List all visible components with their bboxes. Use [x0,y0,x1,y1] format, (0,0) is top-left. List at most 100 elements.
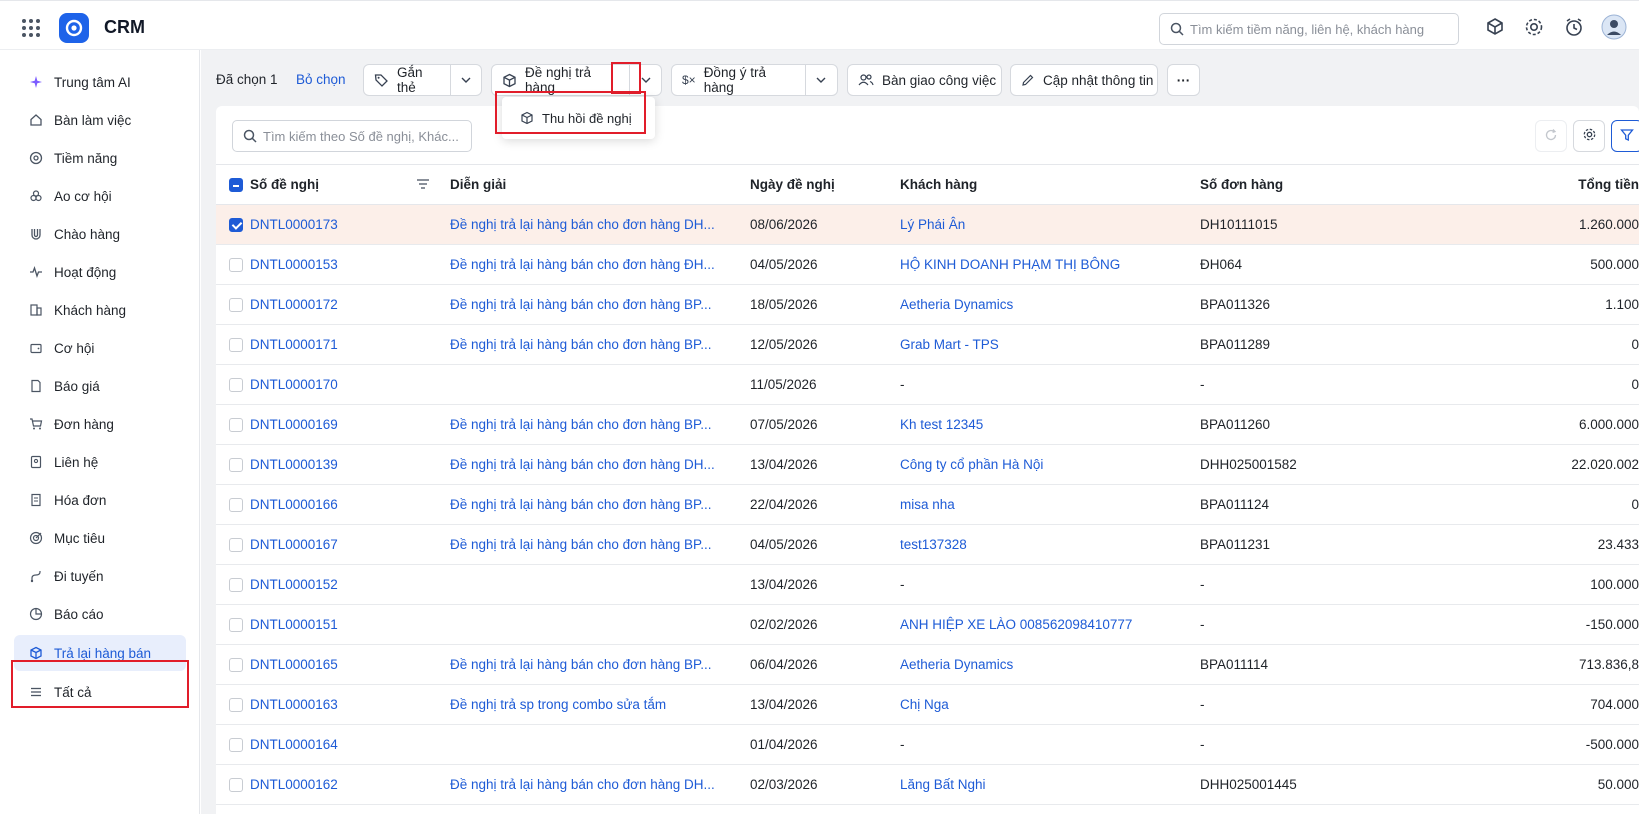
column-header-customer[interactable]: Khách hàng [900,164,1200,205]
user-avatar[interactable] [1601,14,1627,40]
more-button[interactable]: ··· [1167,64,1200,96]
proposal-number-link[interactable]: DNTL0000164 [250,737,338,752]
proposal-number-link[interactable]: DNTL0000152 [250,577,338,592]
sidebar-item-leads[interactable]: Tiềm năng [14,140,186,176]
sidebar-item-customers[interactable]: Khách hàng [14,292,186,328]
list-search[interactable] [232,120,472,152]
tag-button[interactable]: Gắn thẻ [363,64,482,96]
global-search[interactable] [1159,13,1459,45]
row-checkbox[interactable] [229,377,243,392]
description-link[interactable]: Đề nghị trả lại hàng bán cho đơn hàng ĐH… [450,257,715,272]
approve-return-chevron-down-icon[interactable] [806,65,837,95]
list-search-input[interactable] [263,126,463,146]
row-checkbox[interactable] [229,497,243,512]
customer-link[interactable]: Công ty cổ phần Hà Nội [900,457,1043,472]
description-link[interactable]: Đề nghị trả lại hàng bán cho đơn hàng DH… [450,217,715,232]
app-launcher-icon[interactable] [22,19,40,37]
row-checkbox[interactable] [229,457,243,472]
table-row[interactable]: DNTL0000151 02/02/2026 ANH HIỆP XE LÀO 008… [216,604,1639,645]
table-row[interactable]: DNTL0000139 Đề nghị trả lại hàng bán cho … [216,444,1639,485]
sidebar-item-opportunities[interactable]: Cơ hội [14,330,186,366]
customer-link[interactable]: misa nha [900,497,955,512]
proposal-number-link[interactable]: DNTL0000166 [250,497,338,512]
sidebar-item-desk[interactable]: Bàn làm việc [14,102,186,138]
proposal-number-link[interactable]: DNTL0000173 [250,217,338,232]
row-checkbox[interactable] [229,417,243,432]
customer-link[interactable]: Grab Mart - TPS [900,337,999,352]
table-row[interactable]: DNTL0000173 Đề nghị trả lại hàng bán cho … [216,204,1639,245]
sidebar-item-ai-center[interactable]: Trung tâm AI [14,64,186,100]
description-link[interactable]: Đề nghị trả lại hàng bán cho đơn hàng DH… [450,457,715,472]
row-checkbox[interactable] [229,657,243,672]
row-checkbox[interactable] [229,537,243,552]
description-link[interactable]: Đề nghị trả lại hàng bán cho đơn hàng BP… [450,337,712,352]
approve-return-button[interactable]: $× Đồng ý trả hàng [671,64,838,96]
sidebar-item-contacts[interactable]: Liên hệ [14,444,186,480]
customer-link[interactable]: test137328 [900,537,967,552]
column-header-date[interactable]: Ngày đề nghị [750,164,900,205]
row-checkbox[interactable] [229,297,243,312]
sidebar-item-goals[interactable]: Mục tiêu [14,520,186,556]
proposal-number-link[interactable]: DNTL0000172 [250,297,338,312]
customer-link[interactable]: Aetheria Dynamics [900,657,1013,672]
column-header-total[interactable]: Tổng tiền [1495,164,1639,205]
table-row[interactable]: DNTL0000165 Đề nghị trả lại hàng bán cho … [216,644,1639,685]
description-link[interactable]: Đề nghị trả lại hàng bán cho đơn hàng BP… [450,417,712,432]
update-info-button[interactable]: Cập nhật thông tin [1010,64,1158,96]
table-row[interactable]: DNTL0000167 Đề nghị trả lại hàng bán cho … [216,524,1639,565]
proposal-number-link[interactable]: DNTL0000139 [250,457,338,472]
table-row[interactable]: DNTL0000162 Đề nghị trả lại hàng bán cho … [216,764,1639,805]
description-link[interactable]: Đề nghị trả sp trong combo sửa tắm [450,697,666,712]
proposal-number-link[interactable]: DNTL0000170 [250,377,338,392]
customer-link[interactable]: HỘ KINH DOANH PHẠM THỊ BÔNG [900,257,1120,272]
description-link[interactable]: Đề nghị trả lại hàng bán cho đơn hàng BP… [450,537,712,552]
description-link[interactable]: Đề nghị trả lại hàng bán cho đơn hàng BP… [450,657,712,672]
table-row[interactable]: DNTL0000170 11/05/2026 - - 0 [216,364,1639,405]
proposal-number-link[interactable]: DNTL0000167 [250,537,338,552]
table-row[interactable]: DNTL0000152 13/04/2026 - - 100.000 [216,564,1639,605]
description-link[interactable]: Đề nghị trả lại hàng bán cho đơn hàng DH… [450,777,715,792]
table-row[interactable]: DNTL0000166 Đề nghị trả lại hàng bán cho … [216,484,1639,525]
refresh-button[interactable] [1535,120,1567,152]
customer-link[interactable]: Aetheria Dynamics [900,297,1013,312]
column-filter-icon[interactable] [416,178,430,193]
deselect-link[interactable]: Bỏ chọn [296,72,346,87]
row-checkbox[interactable] [229,697,243,712]
sidebar-item-quotes[interactable]: Báo giá [14,368,186,404]
row-checkbox[interactable] [229,577,243,592]
column-header-description[interactable]: Diễn giải [450,164,750,205]
customer-link[interactable]: Kh test 12345 [900,417,983,432]
sidebar-item-opportunity-pool[interactable]: Ao cơ hội [14,178,186,214]
table-row[interactable]: DNTL0000172 Đề nghị trả lại hàng bán cho … [216,284,1639,325]
proposal-number-link[interactable]: DNTL0000165 [250,657,338,672]
sidebar-item-invoices[interactable]: Hóa đơn [14,482,186,518]
global-search-input[interactable] [1190,19,1452,39]
column-header-order[interactable]: Số đơn hàng [1200,164,1495,205]
select-all-checkbox[interactable] [229,177,243,192]
table-row[interactable]: DNTL0000153 Đề nghị trả lại hàng bán cho … [216,244,1639,285]
proposal-number-link[interactable]: DNTL0000169 [250,417,338,432]
column-header-number[interactable]: Số đề nghị [250,164,450,205]
handover-button[interactable]: Bàn giao công việc [847,64,1002,96]
filter-button[interactable] [1611,120,1639,152]
settings-button[interactable] [1573,120,1605,152]
customer-link[interactable]: Chị Nga [900,697,949,712]
sidebar-item-offers[interactable]: Chào hàng [14,216,186,252]
customer-link[interactable]: Lăng Bất Nghi [900,777,986,792]
table-row[interactable]: DNTL0000169 Đề nghị trả lại hàng bán cho … [216,404,1639,445]
row-checkbox[interactable] [229,337,243,352]
proposal-number-link[interactable]: DNTL0000163 [250,697,338,712]
description-link[interactable]: Đề nghị trả lại hàng bán cho đơn hàng BP… [450,497,712,512]
table-row[interactable]: DNTL0000171 Đề nghị trả lại hàng bán cho … [216,324,1639,365]
proposal-number-link[interactable]: DNTL0000171 [250,337,338,352]
row-checkbox[interactable] [229,257,243,272]
sidebar-item-reports[interactable]: Báo cáo [14,596,186,632]
row-checkbox[interactable] [229,617,243,632]
table-row[interactable]: DNTL0000163 Đề nghị trả sp trong combo sử… [216,684,1639,725]
sidebar-item-activities[interactable]: Hoạt động [14,254,186,290]
row-checkbox[interactable] [229,737,243,752]
box-search-icon[interactable] [1484,16,1506,38]
proposal-number-link[interactable]: DNTL0000151 [250,617,338,632]
description-link[interactable]: Đề nghị trả lại hàng bán cho đơn hàng BP… [450,297,712,312]
sidebar-item-routes[interactable]: Đi tuyến [14,558,186,594]
